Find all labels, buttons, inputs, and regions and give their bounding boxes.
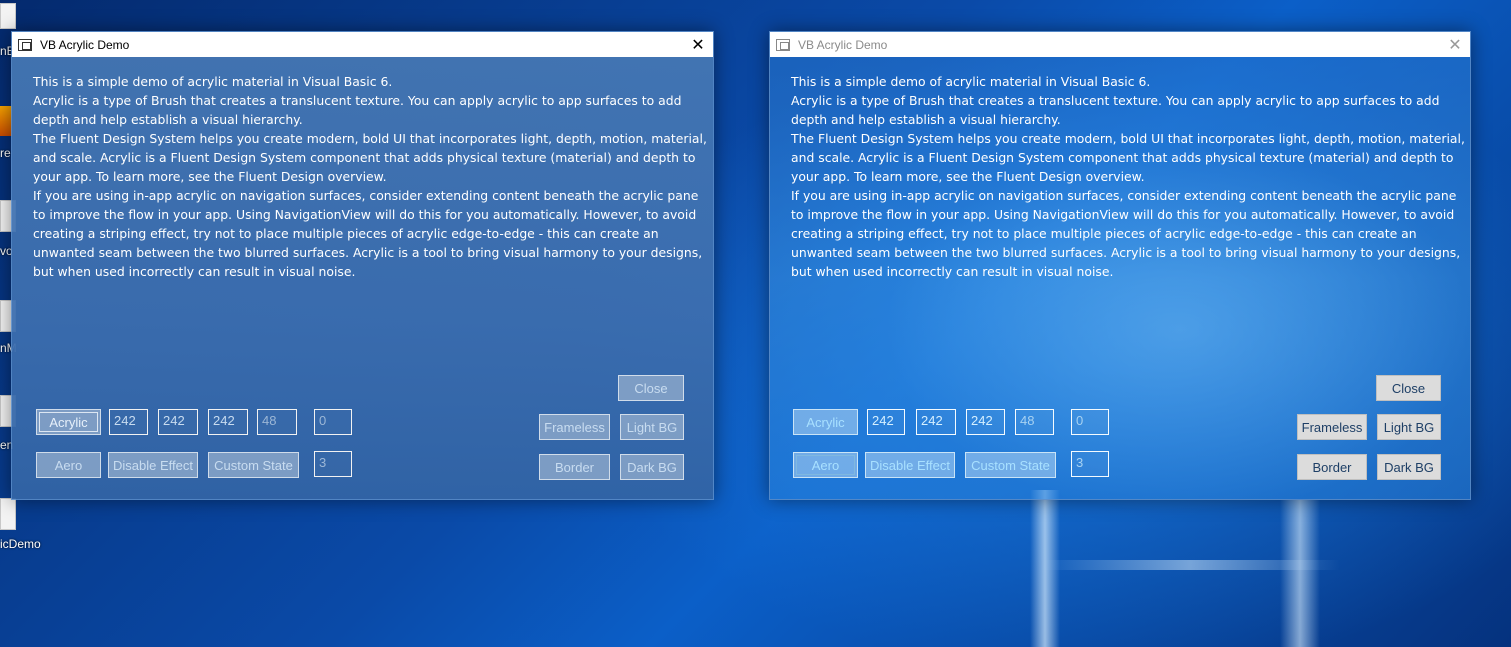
acrylic-demo-window-active: VB Acrylic Demo ✕ This is a simple demo … [11,31,714,500]
description-line: The Fluent Design System helps you creat… [791,131,1465,184]
aero-button[interactable]: Aero [793,452,858,478]
description-text: This is a simple demo of acrylic materia… [791,72,1471,281]
desktop-icon-label: icDemo [0,537,41,551]
desktop-icon[interactable] [0,498,16,530]
green-input[interactable]: 242 [916,409,956,435]
state-input[interactable]: 3 [314,451,352,477]
frameless-button[interactable]: Frameless [539,414,610,440]
description-line: Acrylic is a type of Brush that creates … [791,93,1440,127]
title-bar[interactable]: VB Acrylic Demo ✕ [12,32,713,57]
custom-state-button[interactable]: Custom State [208,452,299,478]
acrylic-button[interactable]: Acrylic [793,409,858,435]
dark-bg-button[interactable]: Dark BG [1377,454,1441,480]
aero-button[interactable]: Aero [36,452,101,478]
description-line: This is a simple demo of acrylic materia… [791,74,1151,89]
description-text: This is a simple demo of acrylic materia… [33,72,713,281]
description-line: Acrylic is a type of Brush that creates … [33,93,682,127]
blue-input[interactable]: 242 [208,409,248,435]
windows-logo-light-beam [1280,500,1320,647]
value-input[interactable]: 0 [1071,409,1109,435]
title-bar[interactable]: VB Acrylic Demo ✕ [770,32,1470,57]
light-bg-button[interactable]: Light BG [1377,414,1441,440]
close-icon[interactable]: ✕ [683,32,713,57]
window-client-area: This is a simple demo of acrylic materia… [770,57,1470,499]
light-bg-button[interactable]: Light BG [620,414,684,440]
dark-bg-button[interactable]: Dark BG [620,454,684,480]
description-line: The Fluent Design System helps you creat… [33,131,707,184]
border-button[interactable]: Border [539,454,610,480]
disable-effect-button[interactable]: Disable Effect [108,452,198,478]
alpha-input[interactable]: 48 [1015,409,1054,435]
description-line: If you are using in-app acrylic on navig… [791,188,1461,279]
desktop-icon-label: re [0,146,11,160]
window-title: VB Acrylic Demo [40,37,130,52]
value-input[interactable]: 0 [314,409,352,435]
alpha-input[interactable]: 48 [257,409,297,435]
acrylic-demo-window-inactive: VB Acrylic Demo ✕ This is a simple demo … [769,31,1471,500]
border-button[interactable]: Border [1297,454,1367,480]
green-input[interactable]: 242 [158,409,198,435]
state-input[interactable]: 3 [1071,451,1109,477]
description-line: If you are using in-app acrylic on navig… [33,188,703,279]
desktop-icon[interactable] [0,3,16,29]
acrylic-button[interactable]: Acrylic [36,409,101,435]
app-window-icon [776,38,790,51]
blue-input[interactable]: 242 [966,409,1005,435]
close-button[interactable]: Close [618,375,684,401]
red-input[interactable]: 242 [109,409,148,435]
close-button[interactable]: Close [1376,375,1441,401]
disable-effect-button[interactable]: Disable Effect [865,452,955,478]
frameless-button[interactable]: Frameless [1297,414,1367,440]
window-client-area: This is a simple demo of acrylic materia… [12,57,713,499]
custom-state-button[interactable]: Custom State [965,452,1056,478]
window-title: VB Acrylic Demo [798,37,888,52]
red-input[interactable]: 242 [867,409,905,435]
app-window-icon [18,38,32,51]
close-icon[interactable]: ✕ [1440,32,1470,57]
windows-logo-light-beam [1040,560,1340,570]
description-line: This is a simple demo of acrylic materia… [33,74,393,89]
